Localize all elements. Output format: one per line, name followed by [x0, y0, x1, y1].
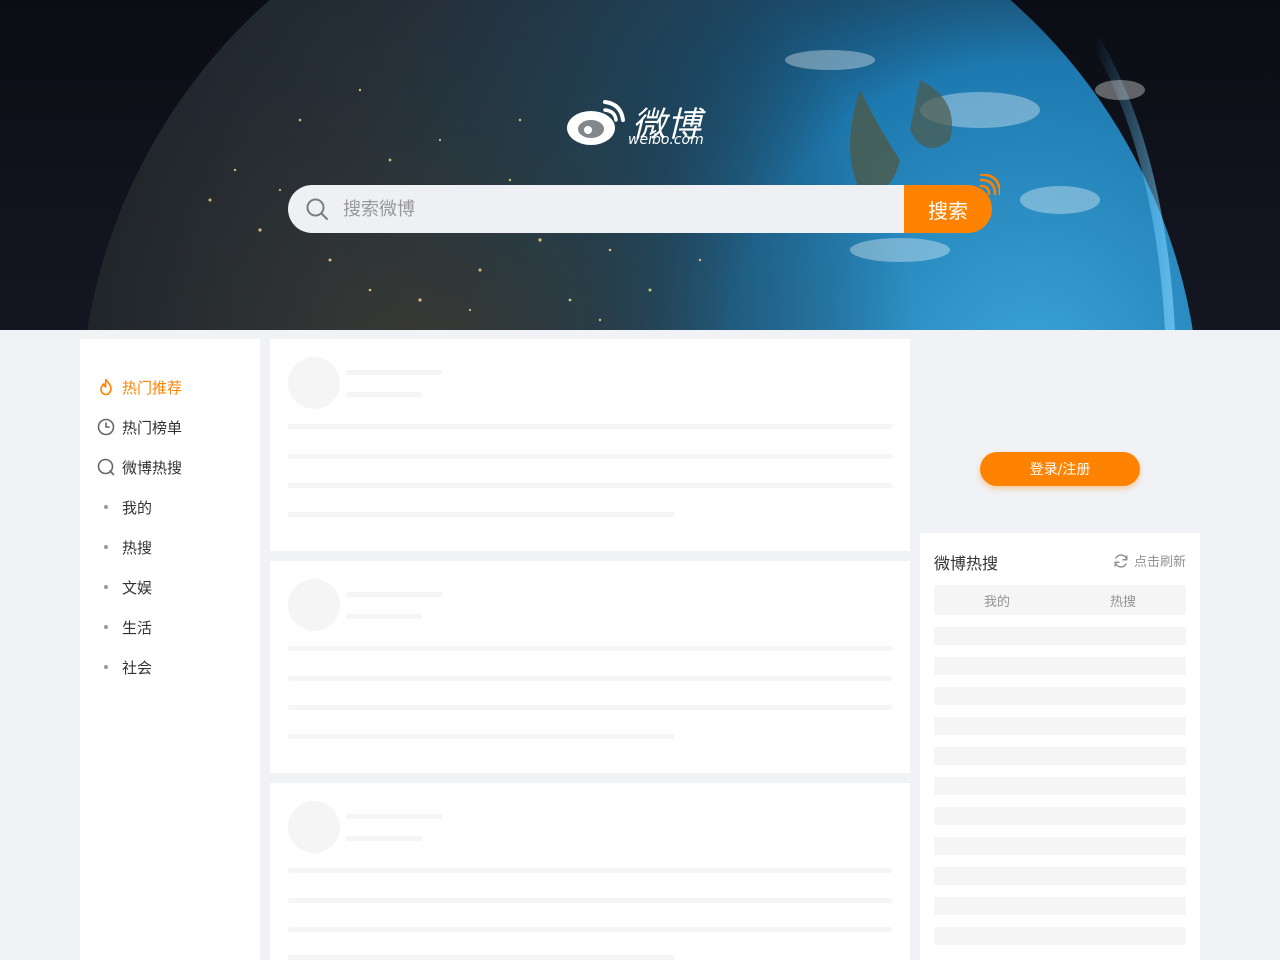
earth-background-image — [87, 0, 1193, 330]
nav-item-label: 生活 — [122, 618, 153, 637]
dot-icon — [104, 665, 108, 669]
search-icon — [306, 198, 328, 220]
skeleton-line — [288, 927, 892, 932]
skeleton-line — [288, 424, 892, 429]
tab-mine[interactable]: 我的 — [934, 585, 1060, 615]
feed-card-skeleton — [270, 339, 910, 551]
nav-item-label: 微博热搜 — [122, 458, 183, 477]
skeleton-line — [346, 592, 442, 597]
nav-item-hot-list[interactable]: 热门榜单 — [96, 415, 182, 439]
hot-list-skeleton — [934, 777, 1186, 795]
skeleton-line — [346, 836, 422, 841]
hot-list-skeleton — [934, 747, 1186, 765]
left-navigation: 热门推荐 热门榜单 微博热搜 我的 热搜 文娱 生活 社会 — [80, 339, 260, 960]
dot-icon — [104, 625, 108, 629]
skeleton-line — [288, 454, 892, 459]
clock-icon — [96, 417, 116, 437]
skeleton-line — [288, 955, 674, 960]
dot-icon — [104, 545, 108, 549]
avatar-placeholder — [288, 357, 340, 409]
feed-card-skeleton — [270, 561, 910, 773]
search-box — [288, 185, 906, 233]
nav-item-life[interactable]: 生活 — [96, 615, 152, 639]
flame-icon — [96, 377, 116, 397]
skeleton-line — [346, 392, 422, 397]
hot-list-skeleton — [934, 927, 1186, 945]
refresh-button[interactable]: 点击刷新 — [1113, 551, 1186, 570]
nav-item-label: 文娱 — [122, 578, 153, 597]
hot-search-panel: 微博热搜 点击刷新 我的 热搜 — [920, 533, 1200, 960]
nav-item-hot-recommend[interactable]: 热门推荐 — [96, 375, 182, 399]
nav-item-hot-search[interactable]: 热搜 — [96, 535, 152, 559]
hot-list-skeleton — [934, 717, 1186, 735]
refresh-label: 点击刷新 — [1133, 555, 1186, 570]
nav-item-society[interactable]: 社会 — [96, 655, 152, 679]
skeleton-line — [288, 512, 674, 517]
hot-list-skeleton — [934, 687, 1186, 705]
skeleton-line — [288, 676, 892, 681]
nav-item-label: 热门推荐 — [122, 378, 183, 397]
login-register-button[interactable]: 登录/注册 — [980, 452, 1140, 486]
skeleton-line — [288, 483, 892, 488]
search-input[interactable] — [343, 185, 883, 233]
nav-item-mine[interactable]: 我的 — [96, 495, 152, 519]
avatar-placeholder — [288, 801, 340, 853]
avatar-placeholder — [288, 579, 340, 631]
hot-list-skeleton — [934, 807, 1186, 825]
hot-list-skeleton — [934, 867, 1186, 885]
hot-search-title: 微博热搜 — [934, 554, 999, 573]
hero-banner: 微博 weibo.com 搜索 — [0, 0, 1280, 330]
skeleton-line — [288, 646, 892, 651]
skeleton-line — [288, 705, 892, 710]
skeleton-line — [346, 370, 442, 375]
logo-domain: weibo.com — [628, 132, 704, 148]
nav-item-label: 热门榜单 — [122, 418, 183, 437]
hot-list-skeleton — [934, 897, 1186, 915]
tab-hot-search[interactable]: 热搜 — [1060, 585, 1186, 615]
dot-icon — [104, 505, 108, 509]
nav-item-label: 热搜 — [122, 538, 153, 557]
skeleton-line — [346, 614, 422, 619]
skeleton-line — [288, 734, 674, 739]
nav-item-label: 我的 — [122, 498, 153, 517]
refresh-icon — [1114, 553, 1128, 568]
nav-item-entertainment[interactable]: 文娱 — [96, 575, 152, 599]
hot-list-skeleton — [934, 837, 1186, 855]
search-circle-icon — [96, 457, 116, 477]
hot-list-skeleton — [934, 627, 1186, 645]
skeleton-line — [288, 868, 892, 873]
hot-search-tabs: 我的 热搜 — [934, 585, 1186, 615]
skeleton-line — [346, 814, 442, 819]
dot-icon — [104, 585, 108, 589]
feed-card-skeleton — [270, 783, 910, 960]
nav-item-weibo-hot-search[interactable]: 微博热搜 — [96, 455, 182, 479]
skeleton-line — [288, 898, 892, 903]
signal-icon — [979, 174, 1000, 196]
search-bar: 搜索 — [288, 185, 992, 233]
hot-list-skeleton — [934, 657, 1186, 675]
nav-item-label: 社会 — [122, 658, 153, 677]
